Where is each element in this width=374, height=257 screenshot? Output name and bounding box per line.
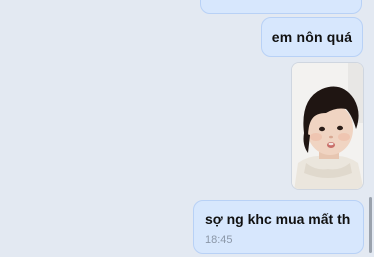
chat-message-list[interactable]: em nôn quá sợ ng khc mua mất th 18:45	[0, 0, 374, 257]
message-text: em nôn quá	[271, 29, 353, 45]
message-text: sợ ng khc mua mất th	[205, 211, 351, 227]
image-message[interactable]	[291, 62, 364, 190]
message-bubble[interactable]: sợ ng khc mua mất th 18:45	[193, 200, 364, 254]
scrollbar-thumb[interactable]	[369, 197, 372, 253]
message-bubble[interactable]: em nôn quá	[261, 17, 363, 57]
message-bubble-partial[interactable]	[200, 0, 362, 14]
message-timestamp: 18:45	[205, 234, 233, 246]
photo-child-face	[292, 63, 363, 189]
